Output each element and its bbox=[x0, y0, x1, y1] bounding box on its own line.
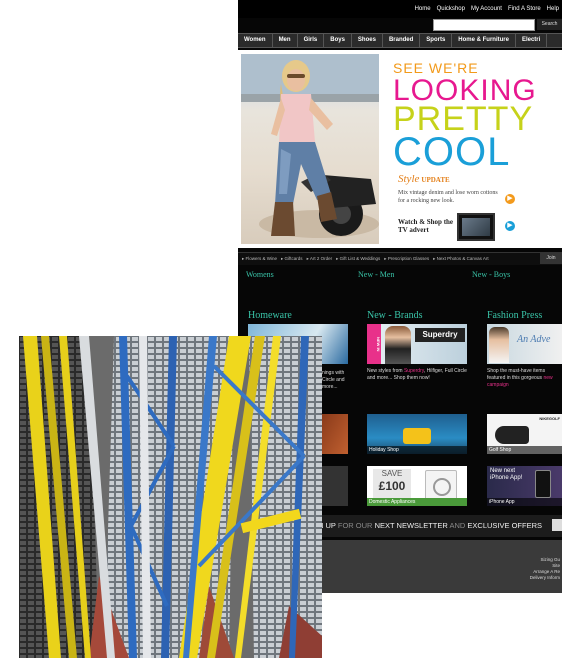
save-label: SAVE bbox=[381, 469, 403, 478]
womens-tile-partial[interactable] bbox=[322, 414, 348, 454]
column-heading-new-men[interactable]: New - Men bbox=[358, 270, 394, 279]
nav-item-electrical[interactable]: Electri bbox=[516, 34, 548, 47]
style-script: Style bbox=[398, 173, 420, 185]
subnav-item-photos-canvas[interactable]: ▸ Next Photos & Canvas Art bbox=[433, 253, 489, 265]
subnav-label: Giftcards bbox=[284, 256, 303, 261]
subnav-item-gift-list[interactable]: ▸ Gift List & Weddings bbox=[336, 253, 380, 265]
subnav-label: Next Photos & Canvas Art bbox=[436, 256, 489, 261]
hero-headline-cool: COOL bbox=[393, 130, 511, 174]
search-input[interactable] bbox=[433, 19, 535, 31]
footer-link-delivery[interactable]: Delivery Inform bbox=[530, 575, 560, 581]
subnav-label: Flowers & Wine bbox=[245, 256, 278, 261]
superdry-link[interactable]: Superdry bbox=[404, 368, 424, 374]
top-link-quickshop[interactable]: Quickshop bbox=[437, 6, 465, 12]
domestic-appliances-tile[interactable]: SAVE £100 Domestic Appliances bbox=[367, 466, 467, 506]
nike-golf-logo: NIKEGOLF bbox=[539, 416, 560, 421]
hero-banner[interactable]: SEE WE'RE LOOKING PRETTY COOL Style UPDAT… bbox=[238, 50, 562, 248]
nav-item-branded[interactable]: Branded bbox=[383, 34, 421, 47]
nav-item-home-furniture[interactable]: Home & Furniture bbox=[452, 34, 516, 47]
suitcase-icon bbox=[403, 428, 431, 444]
app-line-1: New next bbox=[490, 468, 516, 474]
model-image bbox=[489, 327, 509, 363]
column-heading-womens[interactable]: Womens bbox=[246, 270, 274, 279]
newsletter-and: AND bbox=[449, 521, 466, 530]
golf-shop-label: Golf Shop bbox=[487, 446, 562, 454]
iphone-app-label: iPhone App bbox=[487, 498, 562, 506]
nav-item-girls[interactable]: Girls bbox=[298, 34, 325, 47]
save-amount: £100 bbox=[378, 479, 406, 493]
arrow-right-icon[interactable]: ▶ bbox=[505, 221, 515, 231]
phone-icon bbox=[535, 470, 551, 498]
watch-shop-tv-advert[interactable]: Watch & Shop the TV advert bbox=[398, 218, 458, 234]
washing-machine-image bbox=[425, 470, 457, 500]
arrow-right-icon[interactable]: ▶ bbox=[505, 194, 515, 204]
domestic-appliances-label: Domestic Appliances bbox=[367, 498, 467, 506]
iphone-app-headline: New next iPhone App! bbox=[490, 468, 522, 482]
tv-icon[interactable] bbox=[457, 213, 495, 241]
nav-item-men[interactable]: Men bbox=[273, 34, 298, 47]
iphone-app-tile[interactable]: New next iPhone App! iPhone App bbox=[487, 466, 562, 506]
section-heading-new-brands[interactable]: New - Brands bbox=[367, 310, 423, 321]
footer-links: Sizing Gu Site Arrange A Re Delivery Inf… bbox=[530, 557, 560, 581]
subnav-item-art-2-order[interactable]: ▸ Art 2 Order bbox=[307, 253, 333, 265]
golf-shop-tile[interactable]: NIKEGOLF Golf Shop bbox=[487, 414, 562, 454]
press-logo: An Adve bbox=[517, 334, 551, 345]
top-link-my-account[interactable]: My Account bbox=[471, 6, 502, 12]
nav-item-sports[interactable]: Sports bbox=[420, 34, 453, 47]
join-button[interactable]: Join bbox=[540, 252, 562, 264]
fashion-press-promo-image[interactable]: An Adve bbox=[487, 324, 562, 364]
subnav-label: Prescription Glasses bbox=[387, 256, 430, 261]
new-brands-promo-text: New styles from Superdry, Hilfiger, Full… bbox=[367, 368, 471, 382]
style-update-description: Mix vintage denim and lose worn cottons … bbox=[398, 190, 498, 204]
style-update-word: UPDATE bbox=[421, 176, 450, 184]
hero-model-photo bbox=[241, 54, 379, 244]
save-badge: SAVE £100 bbox=[373, 469, 411, 499]
new-in-badge: NEW IN bbox=[367, 324, 381, 364]
top-bar: Home Quickshop My Account Find A Store H… bbox=[238, 0, 562, 18]
nav-item-women[interactable]: Women bbox=[238, 34, 273, 47]
section-heading-homeware[interactable]: Homeware bbox=[248, 310, 292, 321]
search-button[interactable]: Search bbox=[537, 19, 562, 30]
homeware-promo-text: nings with Circle and more... bbox=[322, 370, 345, 390]
holiday-shop-tile[interactable]: Holiday Shop bbox=[367, 414, 467, 454]
section-heading-fashion-press[interactable]: Fashion Press bbox=[487, 310, 542, 321]
newsletter-submit-button[interactable] bbox=[552, 519, 562, 531]
womens-tile-partial-2[interactable] bbox=[322, 466, 348, 506]
top-link-help[interactable]: Help bbox=[547, 6, 559, 12]
subnav-item-flowers-wine[interactable]: ▸ Flowers & Wine bbox=[242, 253, 277, 265]
warehouse-racking-photo bbox=[19, 336, 322, 658]
subnav-item-prescription-glasses[interactable]: ▸ Prescription Glasses bbox=[384, 253, 429, 265]
golf-shoe-image bbox=[495, 426, 529, 444]
fashion-press-promo-text: Shop the must-have items featured in thi… bbox=[487, 368, 562, 389]
new-brands-promo-image[interactable]: NEW IN Superdry bbox=[367, 324, 467, 364]
column-heading-new-boys[interactable]: New - Boys bbox=[472, 270, 510, 279]
top-links: Home Quickshop My Account Find A Store H… bbox=[415, 6, 559, 12]
superdry-logo: Superdry bbox=[415, 328, 465, 342]
holiday-shop-label: Holiday Shop bbox=[367, 446, 467, 454]
promo-text-part: New styles from bbox=[367, 368, 404, 374]
style-update-heading: Style UPDATE bbox=[398, 173, 450, 185]
app-line-2: iPhone App! bbox=[490, 475, 523, 481]
nav-item-shoes[interactable]: Shoes bbox=[352, 34, 383, 47]
newsletter-next: NEXT NEWSLETTER bbox=[374, 521, 448, 530]
top-link-home[interactable]: Home bbox=[415, 6, 431, 12]
top-link-find-store[interactable]: Find A Store bbox=[508, 6, 541, 12]
promo-text-part: Shop the must-have items featured in thi… bbox=[487, 368, 546, 381]
subnav-item-giftcards[interactable]: ▸ Giftcards bbox=[281, 253, 303, 265]
subnav-label: Gift List & Weddings bbox=[339, 256, 381, 261]
newsletter-exclusive: EXCLUSIVE OFFERS bbox=[467, 521, 543, 530]
main-nav: Women Men Girls Boys Shoes Branded Sport… bbox=[238, 33, 562, 48]
subnav-label: Art 2 Order bbox=[309, 256, 333, 261]
model-image bbox=[385, 326, 411, 364]
newsletter-for-our: FOR OUR bbox=[337, 521, 373, 530]
nav-item-boys[interactable]: Boys bbox=[324, 34, 352, 47]
secondary-nav: ▸ Flowers & Wine ▸ Giftcards ▸ Art 2 Ord… bbox=[238, 252, 562, 265]
